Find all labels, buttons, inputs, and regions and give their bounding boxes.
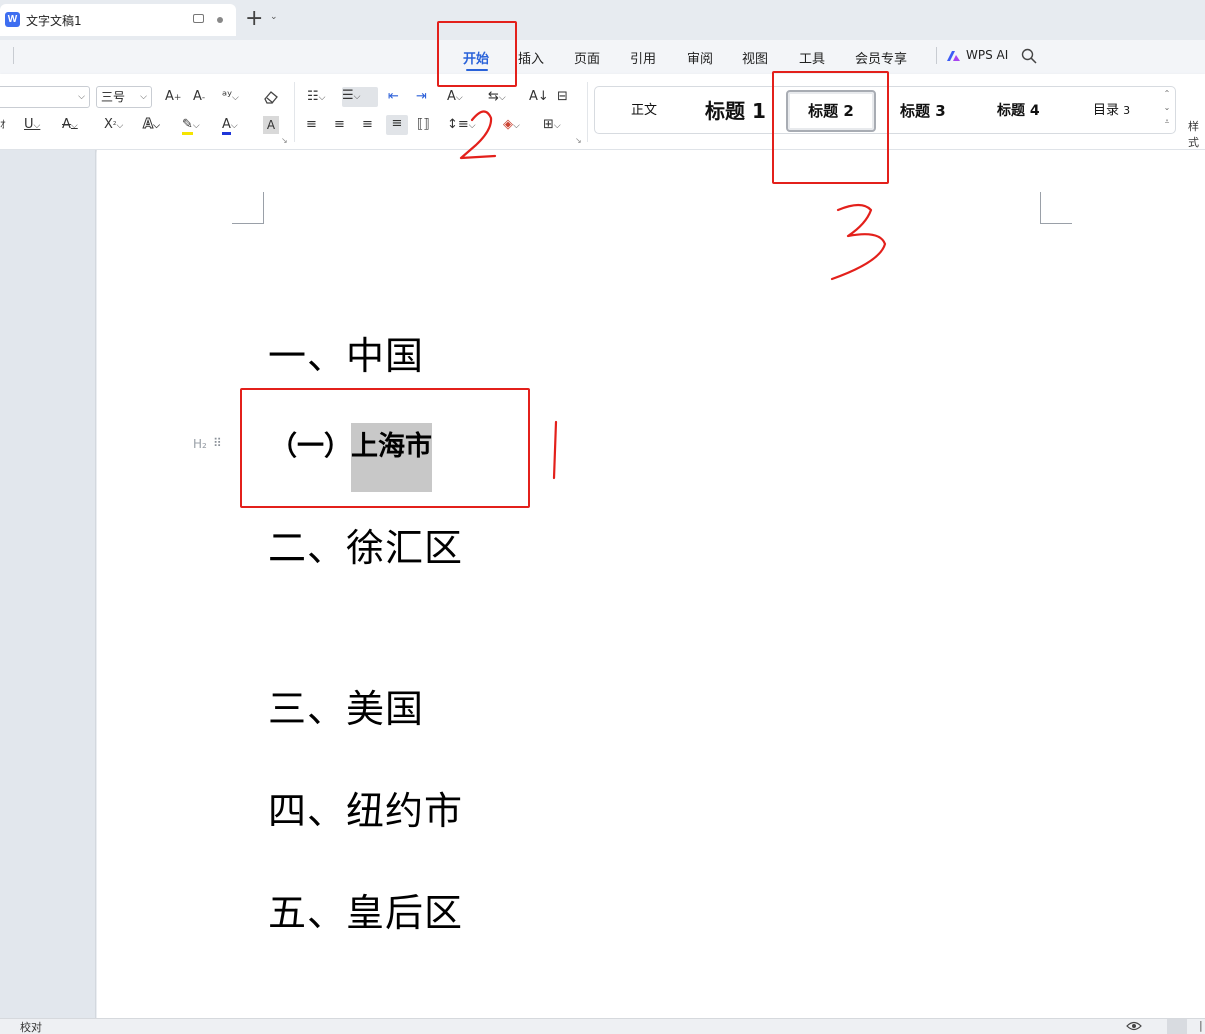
superscript-icon[interactable]: X²⌵ (104, 116, 123, 135)
proofread-button[interactable]: 校对 (20, 1019, 42, 1034)
show-marks-icon[interactable]: ⊟ (557, 88, 568, 106)
menu-tab-review[interactable]: 审阅 (687, 48, 713, 67)
menu-tab-view[interactable]: 视图 (742, 48, 768, 67)
heading-level-marker: H₂ (193, 437, 207, 451)
eye-icon[interactable] (1126, 1020, 1142, 1032)
crop-mark (1040, 192, 1072, 224)
wps-writer-icon: W (5, 12, 20, 27)
status-bar: 校对 | (0, 1018, 1205, 1034)
style-toc-label: 目录 (1093, 103, 1120, 118)
style-heading-3-num: 3 (935, 102, 946, 120)
align-center-icon[interactable]: ≡ (334, 116, 345, 134)
monitor-icon[interactable] (193, 14, 204, 23)
document-tab[interactable]: W 文字文稿1 (0, 4, 236, 36)
divider: | (1199, 1019, 1203, 1032)
align-left-icon[interactable]: ≡ (306, 116, 317, 134)
annotation-box-selected-heading (240, 388, 530, 508)
gallery-expand-icon[interactable]: ⩡ (1161, 117, 1173, 127)
heading1-queens[interactable]: 五、皇后区 (268, 882, 463, 937)
ribbon-toolbar: ⌵ 三号 ⌵ A+ A- ᵃʸ⌵ ｵ U⌵ A⌵ X²⌵ A⌵ ✎⌵ A⌵ A ↘… (0, 74, 1205, 150)
increase-indent-icon[interactable]: ⇥ (416, 88, 427, 106)
unsaved-dot-icon[interactable] (217, 17, 223, 23)
decrease-indent-icon[interactable]: ⇤ (388, 88, 399, 106)
style-normal[interactable]: 正文 (631, 87, 657, 135)
heading1-usa[interactable]: 三、美国 (268, 678, 424, 733)
numbered-list-icon[interactable]: ☰⌵ (342, 87, 378, 107)
style-toc-num: 3 (1123, 104, 1131, 117)
style-heading-3[interactable]: 标题 3 (900, 87, 946, 135)
sort-icon[interactable]: A↓ (529, 88, 549, 106)
font-size-value: 三号 (101, 90, 126, 104)
menu-bar: 开始 插入 页面 引用 审阅 视图 工具 会员专享 WPS AI (0, 40, 1205, 74)
style-heading-4[interactable]: 标题 4 (997, 87, 1040, 135)
gallery-scroll-down-icon[interactable]: ⌄ (1161, 103, 1173, 112)
page-view-icon[interactable] (1167, 1019, 1187, 1034)
style-heading-4-label: 标题 (997, 103, 1025, 119)
divider (587, 82, 588, 142)
distributed-align-icon[interactable]: ⟦⟧ (417, 116, 430, 134)
style-heading-3-label: 标题 (900, 102, 931, 120)
style-toc-3[interactable]: 目录 3 (1093, 87, 1130, 135)
bold-icon[interactable]: ｵ (0, 116, 6, 134)
heading1-china[interactable]: 一、中国 (268, 325, 424, 380)
highlight-icon[interactable]: ✎⌵ (182, 116, 200, 135)
divider (936, 47, 937, 64)
menu-tab-member[interactable]: 会员专享 (855, 48, 907, 67)
increase-font-icon[interactable]: A+ (165, 88, 181, 107)
line-spacing-icon[interactable]: ↕≡⌵ (447, 116, 476, 135)
justify-icon[interactable]: ≡ (386, 115, 408, 135)
char-shading-icon[interactable]: A (263, 116, 279, 134)
gallery-scroll-up-icon[interactable]: ⌃ (1161, 89, 1173, 98)
style-heading-1-num: 1 (751, 99, 766, 123)
clear-format-icon[interactable] (263, 90, 279, 104)
style-heading-1[interactable]: 标题 1 (705, 87, 766, 135)
chevron-down-icon: ⌵ (78, 92, 85, 102)
chevron-down-icon: ⌵ (140, 92, 147, 102)
heading1-xuhui[interactable]: 二、徐汇区 (268, 517, 463, 572)
wps-ai-button[interactable]: WPS AI (966, 48, 1008, 62)
new-tab-button[interactable]: + (245, 5, 263, 33)
style-heading-4-num: 4 (1029, 103, 1040, 119)
font-color-icon[interactable]: A⌵ (222, 116, 238, 135)
divider (13, 47, 14, 64)
divider (294, 82, 295, 142)
chevron-down-icon[interactable]: ⌄ (270, 12, 278, 22)
menu-tab-insert[interactable]: 插入 (518, 48, 544, 67)
paragraph-dialog-launcher-icon[interactable]: ↘ (575, 132, 582, 150)
decrease-font-icon[interactable]: A- (193, 88, 205, 107)
menu-tab-tools[interactable]: 工具 (799, 48, 825, 67)
styles-panel-button[interactable]: 样式 (1188, 118, 1205, 150)
document-page[interactable] (97, 150, 1205, 1018)
annotation-box-heading2-style (772, 71, 889, 184)
bullet-list-icon[interactable]: ☷⌵ (307, 88, 325, 107)
align-right-icon[interactable]: ≡ (362, 116, 373, 134)
font-name-select[interactable]: ⌵ (0, 86, 90, 108)
borders-icon[interactable]: ⊞⌵ (543, 116, 561, 135)
document-tab-title: 文字文稿1 (26, 14, 82, 28)
crop-mark (232, 192, 264, 224)
underline-icon[interactable]: U⌵ (24, 116, 40, 135)
menu-tab-page[interactable]: 页面 (574, 48, 600, 67)
line-swap-icon[interactable]: ⇆⌵ (488, 88, 506, 107)
font-size-select[interactable]: 三号 ⌵ (96, 86, 152, 108)
title-bar: W 文字文稿1 + ⌄ (0, 0, 1205, 40)
search-icon[interactable] (1021, 48, 1037, 64)
drag-handle-icon[interactable]: ⠿ (213, 436, 222, 450)
phonetic-guide-icon[interactable]: ᵃʸ⌵ (222, 88, 239, 107)
text-direction-icon[interactable]: A⌵ (447, 88, 463, 107)
annotation-box-home-tab (437, 21, 517, 87)
font-dialog-launcher-icon[interactable]: ↘ (281, 132, 288, 150)
menu-tab-references[interactable]: 引用 (630, 48, 656, 67)
shading-icon[interactable]: ◈⌵ (503, 116, 520, 135)
heading1-newyork[interactable]: 四、纽约市 (268, 780, 463, 835)
strikethrough-icon[interactable]: A⌵ (62, 116, 78, 135)
navigation-margin (0, 150, 96, 1018)
style-heading-1-label: 标题 (705, 99, 745, 123)
text-effect-icon[interactable]: A⌵ (143, 116, 160, 135)
style-normal-label: 正文 (631, 103, 658, 118)
wps-ai-icon[interactable] (946, 50, 961, 62)
